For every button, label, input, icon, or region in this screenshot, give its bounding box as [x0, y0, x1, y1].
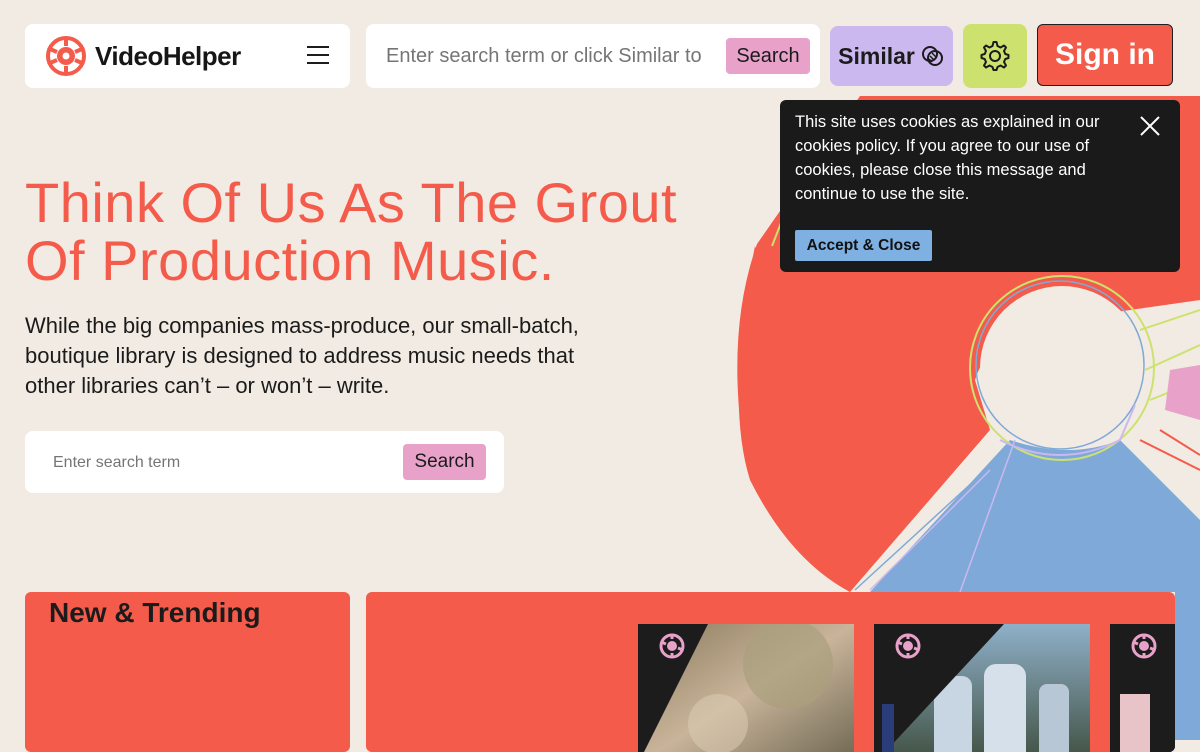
cookie-text: This site uses cookies as explained in o…: [795, 113, 1100, 203]
new-trending-panel: New & Trending: [25, 592, 350, 752]
trending-card[interactable]: [1110, 624, 1175, 752]
cookie-banner: This site uses cookies as explained in o…: [780, 100, 1180, 272]
logo-badge-icon: [659, 633, 685, 659]
logo-badge-icon: [1131, 633, 1157, 659]
similar-button[interactable]: Similar: [830, 26, 953, 86]
close-icon[interactable]: [1138, 114, 1162, 138]
overlap-circles-icon: [921, 46, 943, 66]
trending-carousel: [366, 592, 1175, 752]
accept-close-button[interactable]: Accept & Close: [795, 230, 932, 261]
logo-badge-icon: [895, 633, 921, 659]
settings-button[interactable]: [963, 24, 1027, 88]
hero-search-button[interactable]: Search: [403, 444, 486, 480]
hero-pink-shape: [1165, 365, 1200, 420]
hero-title: Think Of Us As The Grout Of Production M…: [25, 171, 678, 292]
hamburger-icon[interactable]: [307, 44, 329, 66]
logo-text[interactable]: VideoHelper: [95, 41, 241, 72]
new-trending-title: New & Trending: [49, 597, 261, 628]
gear-icon: [980, 41, 1010, 71]
header-search: Search: [366, 24, 820, 88]
similar-button-label: Similar: [838, 42, 915, 69]
hero-search-input[interactable]: [51, 449, 385, 477]
logo-bar: VideoHelper: [25, 24, 350, 88]
trending-card[interactable]: [874, 624, 1090, 752]
trending-card[interactable]: [638, 624, 854, 752]
header-search-input[interactable]: [384, 40, 706, 72]
sign-in-button[interactable]: Sign in: [1037, 24, 1173, 86]
header-search-button[interactable]: Search: [726, 38, 810, 74]
hero-search: Search: [25, 431, 504, 493]
logo-icon[interactable]: [45, 35, 87, 77]
hero-line-red: [1139, 429, 1200, 471]
hero-subtitle: While the big companies mass-produce, ou…: [25, 313, 579, 398]
